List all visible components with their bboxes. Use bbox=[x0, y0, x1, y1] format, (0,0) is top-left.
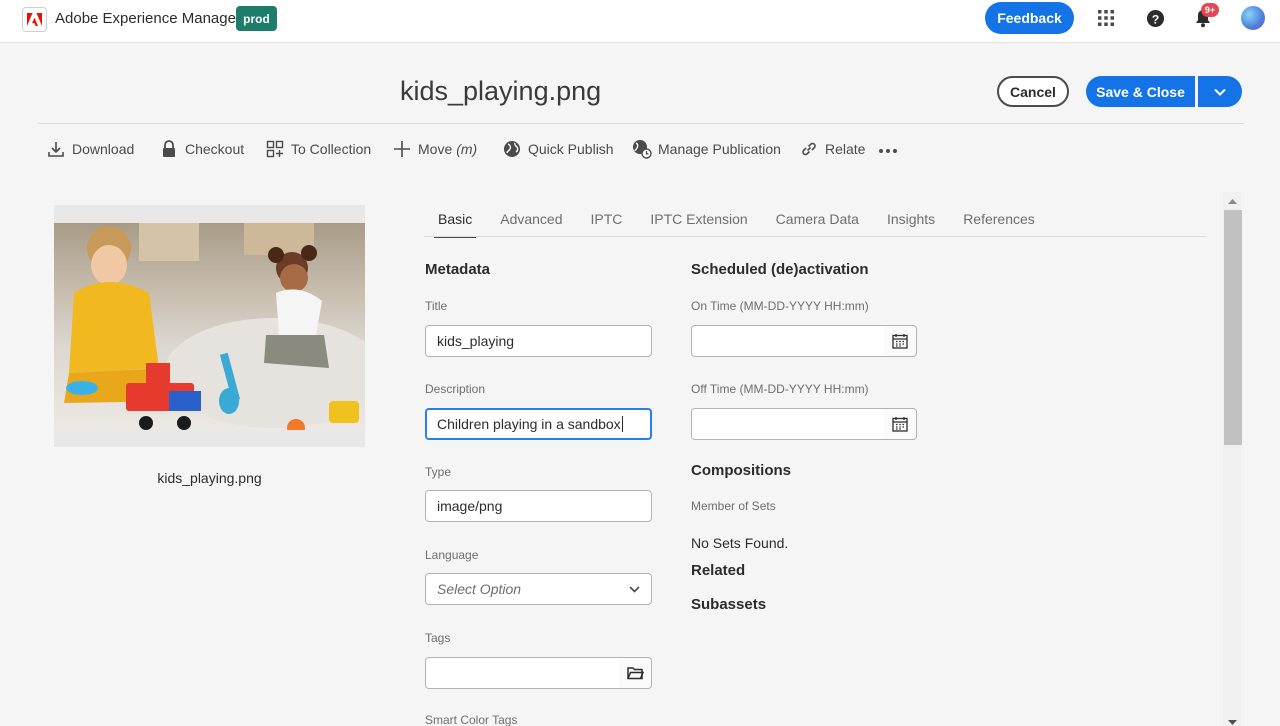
on-time-calendar-button[interactable] bbox=[884, 325, 917, 357]
top-bar: Adobe Experience Manager prod Feedback ?… bbox=[0, 0, 1280, 43]
relate-label: Relate bbox=[825, 141, 866, 157]
related-heading: Related bbox=[691, 562, 746, 579]
move-label: Move bbox=[418, 141, 453, 157]
to-collection-action[interactable]: To Collection bbox=[265, 138, 371, 160]
tab-references[interactable]: References bbox=[949, 200, 1049, 238]
on-time-field[interactable] bbox=[691, 325, 885, 357]
off-time-calendar-button[interactable] bbox=[884, 408, 917, 440]
feedback-button[interactable]: Feedback bbox=[985, 2, 1074, 34]
chevron-down-icon bbox=[629, 585, 640, 593]
chevron-down-icon bbox=[1214, 88, 1226, 96]
tab-basic[interactable]: Basic bbox=[424, 200, 486, 238]
title-label: Title bbox=[425, 299, 448, 313]
tags-field[interactable] bbox=[425, 657, 620, 689]
type-field[interactable]: image/png bbox=[425, 490, 652, 522]
environment-badge: prod bbox=[236, 6, 277, 31]
folder-icon bbox=[626, 667, 644, 680]
manage-publication-action[interactable]: Manage Publication bbox=[632, 138, 781, 160]
move-shortcut: (m) bbox=[456, 141, 478, 157]
manage-publication-label: Manage Publication bbox=[658, 141, 781, 157]
triangle-up-icon bbox=[1227, 198, 1237, 204]
no-sets-text: No Sets Found. bbox=[691, 535, 789, 551]
text-cursor bbox=[621, 416, 623, 432]
checkout-label: Checkout bbox=[185, 141, 245, 157]
download-icon bbox=[46, 139, 66, 159]
to-collection-label: To Collection bbox=[291, 141, 372, 157]
checkout-action[interactable]: Checkout bbox=[159, 138, 244, 160]
page-title: kids_playing.png bbox=[400, 76, 602, 106]
scrollbar-thumb[interactable] bbox=[1224, 210, 1242, 445]
notification-count-badge: 9+ bbox=[1201, 3, 1219, 17]
tab-iptc[interactable]: IPTC bbox=[577, 200, 637, 238]
metadata-tabs: Basic Advanced IPTC IPTC Extension Camer… bbox=[424, 200, 1049, 238]
asset-preview bbox=[54, 205, 365, 447]
globe-clock-icon bbox=[632, 139, 652, 159]
calendar-icon bbox=[892, 334, 908, 349]
app-title[interactable]: Adobe Experience Manager bbox=[55, 10, 241, 27]
header-divider bbox=[38, 123, 1244, 124]
collection-icon bbox=[265, 139, 285, 159]
type-label: Type bbox=[425, 465, 452, 479]
tabs-divider bbox=[424, 236, 1206, 237]
scheduled-activation-heading: Scheduled (de)activation bbox=[691, 261, 869, 278]
off-time-label: Off Time (MM-DD-YYYY HH:mm) bbox=[691, 382, 869, 396]
description-value: Children playing in a sandbox bbox=[437, 416, 621, 432]
lock-icon bbox=[159, 139, 179, 159]
tags-label: Tags bbox=[425, 631, 451, 645]
on-time-label: On Time (MM-DD-YYYY HH:mm) bbox=[691, 299, 869, 313]
save-and-close-button[interactable]: Save & Close bbox=[1086, 76, 1195, 107]
preview-file-name: kids_playing.png bbox=[157, 470, 262, 486]
member-of-sets-label: Member of Sets bbox=[691, 499, 776, 513]
svg-text:?: ? bbox=[1151, 12, 1159, 26]
help-icon[interactable]: ? bbox=[1144, 7, 1166, 29]
relate-action[interactable]: Relate bbox=[799, 138, 865, 160]
tab-iptc-extension[interactable]: IPTC Extension bbox=[636, 200, 761, 238]
metadata-heading: Metadata bbox=[425, 261, 491, 278]
off-time-field[interactable] bbox=[691, 408, 885, 440]
description-field[interactable]: Children playing in a sandbox bbox=[425, 408, 652, 440]
language-placeholder: Select Option bbox=[437, 581, 522, 597]
tags-browse-button[interactable] bbox=[619, 657, 652, 689]
grid-icon[interactable] bbox=[1095, 7, 1117, 29]
subassets-heading: Subassets bbox=[691, 596, 767, 613]
globe-icon bbox=[502, 139, 522, 159]
download-action[interactable]: Download bbox=[46, 138, 134, 160]
tab-insights[interactable]: Insights bbox=[873, 200, 949, 238]
cancel-button[interactable]: Cancel bbox=[997, 76, 1069, 107]
description-label: Description bbox=[425, 382, 486, 396]
language-label: Language bbox=[425, 548, 479, 562]
language-select[interactable]: Select Option bbox=[425, 573, 652, 605]
move-icon bbox=[392, 139, 412, 159]
asset-thumbnail-image bbox=[54, 223, 365, 430]
tab-advanced[interactable]: Advanced bbox=[486, 200, 576, 238]
more-actions-button[interactable] bbox=[878, 138, 898, 160]
quick-publish-label: Quick Publish bbox=[528, 141, 614, 157]
download-label: Download bbox=[72, 141, 135, 157]
triangle-down-icon bbox=[1227, 719, 1237, 725]
move-action[interactable]: Move (m) bbox=[392, 138, 477, 160]
compositions-heading: Compositions bbox=[691, 462, 791, 479]
save-options-dropdown[interactable] bbox=[1198, 76, 1242, 107]
link-icon bbox=[799, 139, 819, 159]
smart-color-tags-label: Smart Color Tags bbox=[425, 713, 518, 726]
calendar-icon bbox=[892, 417, 908, 432]
quick-publish-action[interactable]: Quick Publish bbox=[502, 138, 614, 160]
ellipsis-icon bbox=[878, 141, 898, 157]
scroll-down-arrow[interactable] bbox=[1223, 714, 1241, 726]
tab-camera-data[interactable]: Camera Data bbox=[762, 200, 873, 238]
title-field[interactable]: kids_playing bbox=[425, 325, 652, 357]
scroll-up-arrow[interactable] bbox=[1223, 193, 1241, 209]
avatar[interactable] bbox=[1241, 6, 1265, 30]
adobe-logo-icon[interactable] bbox=[22, 7, 47, 32]
